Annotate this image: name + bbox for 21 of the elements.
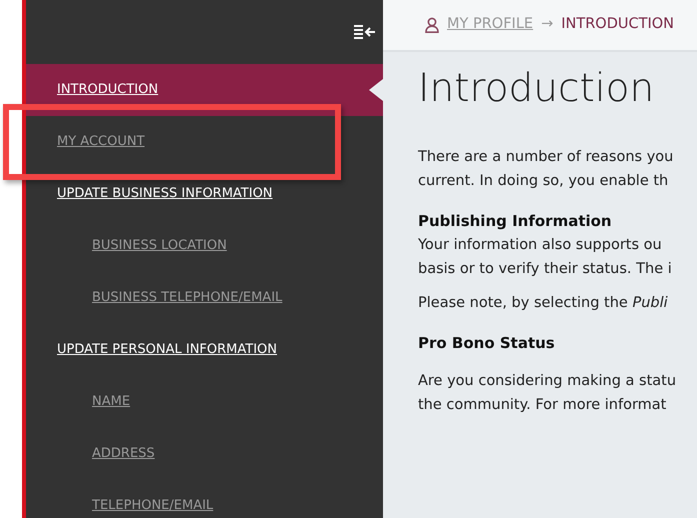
paragraph: Your information also supports ou basis or to verify their status. The i <box>418 236 673 279</box>
sidebar-item[interactable]: BUSINESS LOCATION <box>26 220 383 272</box>
paragraph: There are a number of reasons you current. In doing so, you enable th <box>418 148 674 191</box>
breadcrumb-current: INTRODUCTION <box>561 15 674 34</box>
sidebar-item[interactable]: BUSINESS TELEPHONE/EMAIL <box>26 272 383 324</box>
person-icon <box>425 17 439 33</box>
paragraph: Please note, by selecting the Publi <box>418 294 669 313</box>
sidebar-item[interactable]: UPDATE BUSINESS INFORMATION <box>26 168 383 220</box>
section-heading: Publishing Information <box>418 210 613 232</box>
section-heading: Pro Bono Status <box>418 332 556 354</box>
paragraph: Are you considering making a statu the community. For more informat <box>418 372 678 415</box>
sidebar-item[interactable]: ADDRESS <box>26 428 383 480</box>
breadcrumb-link[interactable]: MY PROFILE <box>447 14 534 36</box>
sidebar-item[interactable]: INTRODUCTION <box>26 64 383 116</box>
sidebar-item[interactable]: UPDATE PERSONAL INFORMATION <box>26 324 383 376</box>
sidebar-item[interactable]: MY ACCOUNT <box>26 116 383 168</box>
page-title: Introduction <box>418 66 656 113</box>
sidebar-item[interactable]: NAME <box>26 376 383 428</box>
breadcrumb-separator: → <box>541 15 554 34</box>
sidebar-item[interactable]: TELEPHONE/EMAIL <box>26 480 383 518</box>
collapse-menu-icon[interactable] <box>353 24 377 40</box>
